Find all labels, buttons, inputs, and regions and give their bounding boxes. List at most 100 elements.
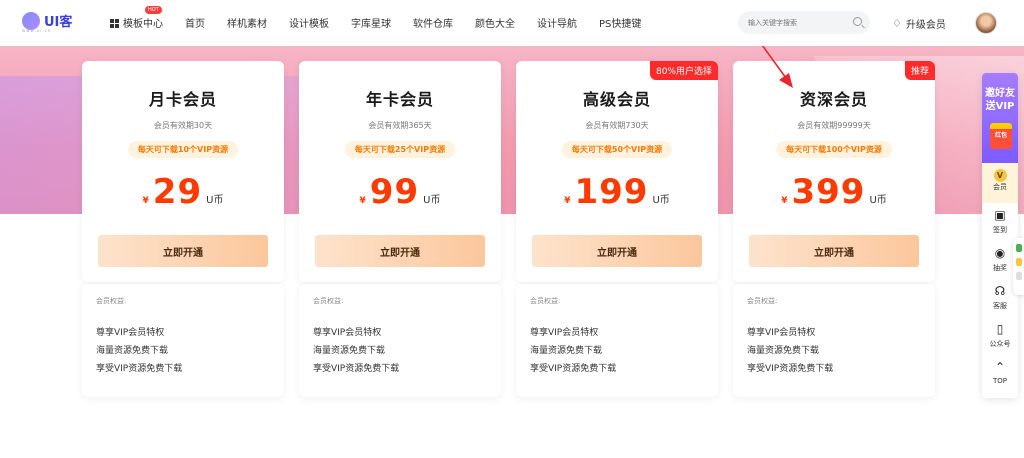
gray-indicator-icon (1015, 272, 1022, 280)
upgrade-label: 升级会员 (905, 20, 946, 31)
hot-badge: HOT (145, 6, 162, 14)
plan-period: 会员有效期730天 (585, 121, 649, 130)
plan-price: ¥ 199 U币 (516, 172, 718, 212)
sidebar-item-label: 会员 (993, 183, 1007, 191)
nav-item-colors[interactable]: 颜色大全 (475, 15, 515, 30)
floating-edge-widget[interactable] (1013, 238, 1024, 295)
nav-item-fonts[interactable]: 字库星球 (351, 15, 391, 30)
plan-period: 会员有效期99999天 (797, 121, 871, 130)
sidebar-item-label: TOP (992, 377, 1007, 385)
benefits-heading: 会员权益: (530, 297, 561, 305)
benefits-list: 尊享VIP会员特权 海量资源免费下载 享受VIP资源免费下载 (96, 324, 270, 378)
sidebar-item-label: 公众号 (989, 340, 1011, 348)
buy-button[interactable]: 立即开通 (749, 235, 919, 267)
currency-symbol: ¥ (564, 196, 571, 206)
sidebar-item-member[interactable]: V 会员 (982, 163, 1018, 203)
benefit-item: 海量资源免费下载 (96, 346, 169, 356)
plan-card-senior: 推荐 资深会员 会员有效期99999天 每天可下载100个VIP资源 ¥ 399… (733, 61, 935, 282)
red-packet-icon: 红包 (990, 123, 1012, 149)
recommend-badge: 推荐 (904, 61, 935, 80)
vip-icon: V (993, 169, 1007, 182)
popular-badge: 80%用户选择 (649, 61, 718, 80)
benefit-item: 海量资源免费下载 (530, 346, 603, 356)
nav-label: 模板中心 (123, 19, 163, 30)
benefits-panel: 会员权益: 尊享VIP会员特权 海量资源免费下载 享受VIP资源免费下载 (516, 284, 718, 397)
benefits-panel: 会员权益: 尊享VIP会员特权 海量资源免费下载 享受VIP资源免费下载 (82, 284, 284, 397)
plan-title: 高级会员 (582, 90, 651, 109)
plan-card-yearly: 年卡会员 会员有效期365天 每天可下载25个VIP资源 ¥ 99 U币 立即开… (299, 61, 501, 282)
upgrade-member-link[interactable]: ♢ 升级会员 (892, 16, 946, 31)
currency-symbol: ¥ (781, 196, 788, 206)
benefit-item: 享受VIP资源免费下载 (747, 364, 834, 374)
plan-quota: 每天可下载50个VIP资源 (561, 141, 673, 158)
benefits-heading: 会员权益: (747, 297, 778, 305)
benefit-item: 海量资源免费下载 (313, 346, 386, 356)
grid-icon (110, 19, 119, 28)
nav-item-design-templates[interactable]: 设计模板 (289, 15, 329, 30)
benefit-item: 享受VIP资源免费下载 (96, 364, 183, 374)
sidebar-item-checkin[interactable]: ▣ 签到 (982, 203, 1018, 241)
phone-icon: ▯ (996, 322, 1004, 336)
plan-period: 会员有效期30天 (153, 121, 213, 130)
nav-item-template-center[interactable]: 模板中心 HOT (110, 6, 163, 30)
benefit-item: 尊享VIP会员特权 (313, 328, 382, 338)
search-box (738, 11, 870, 34)
benefit-item: 尊享VIP会员特权 (747, 328, 816, 338)
yellow-indicator-icon (1015, 258, 1022, 266)
buy-button[interactable]: 立即开通 (315, 235, 485, 267)
top-header: UI客 www.ui.cn 模板中心 HOT 首页 样机素材 设计模板 字库星球… (0, 0, 1024, 46)
benefits-heading: 会员权益: (313, 297, 344, 305)
nav-item-ps-shortcuts[interactable]: PS快捷键 (599, 15, 641, 30)
arrow-up-icon: ⌃ (994, 360, 1006, 374)
search-input[interactable] (748, 18, 843, 27)
plan-quota: 每天可下载100个VIP资源 (776, 141, 892, 158)
price-unit: U币 (423, 195, 441, 206)
sidebar-item-label: 抽奖 (993, 264, 1007, 272)
plan-price: ¥ 399 U币 (733, 172, 935, 212)
nav-item-software[interactable]: 软件仓库 (413, 15, 453, 30)
benefit-item: 尊享VIP会员特权 (530, 328, 599, 338)
benefits-list: 尊享VIP会员特权 海量资源免费下载 享受VIP资源免费下载 (530, 324, 704, 378)
sidebar-item-top[interactable]: ⌃ TOP (982, 355, 1018, 393)
currency-symbol: ¥ (142, 196, 149, 206)
benefits-list: 尊享VIP会员特权 海量资源免费下载 享受VIP资源免费下载 (313, 324, 487, 378)
sidebar-item-wechat[interactable]: ▯ 公众号 (982, 317, 1018, 355)
sidebar-item-label: 签到 (993, 226, 1007, 234)
benefit-item: 享受VIP资源免费下载 (530, 364, 617, 374)
plan-price: ¥ 29 U币 (82, 172, 284, 212)
price-amount: 399 (791, 172, 866, 212)
green-indicator-icon (1015, 244, 1022, 252)
red-packet-label: 红包 (994, 132, 1007, 139)
plan-title: 资深会员 (799, 90, 868, 109)
logo-icon (22, 11, 40, 30)
invite-friends-promo[interactable]: 邀好友 送VIP 红包 (982, 73, 1018, 163)
price-unit: U币 (206, 195, 224, 206)
nav-item-home[interactable]: 首页 (185, 15, 205, 30)
nav-item-design-nav[interactable]: 设计导航 (537, 15, 577, 30)
buy-button[interactable]: 立即开通 (532, 235, 702, 267)
plan-title: 年卡会员 (365, 90, 434, 109)
plan-quota: 每天可下载10个VIP资源 (127, 141, 239, 158)
price-unit: U币 (869, 195, 887, 206)
price-amount: 29 (152, 172, 203, 212)
benefits-heading: 会员权益: (96, 297, 127, 305)
benefits-list: 尊享VIP会员特权 海量资源免费下载 享受VIP资源免费下载 (747, 324, 921, 378)
plan-card-advanced: 80%用户选择 高级会员 会员有效期730天 每天可下载50个VIP资源 ¥ 1… (516, 61, 718, 282)
price-amount: 199 (574, 172, 649, 212)
plan-title: 月卡会员 (148, 90, 217, 109)
calendar-icon: ▣ (994, 208, 1006, 222)
avatar[interactable] (975, 12, 997, 34)
sidebar-item-label: 客服 (993, 302, 1007, 310)
diamond-icon: ♢ (892, 17, 902, 30)
main-nav: 模板中心 HOT 首页 样机素材 设计模板 字库星球 软件仓库 颜色大全 设计导… (110, 6, 663, 30)
buy-button[interactable]: 立即开通 (98, 235, 268, 267)
logo-subtitle: www.ui.cn (22, 28, 52, 33)
search-icon[interactable] (853, 17, 862, 26)
nav-item-mockups[interactable]: 样机素材 (227, 15, 267, 30)
invite-line1: 邀好友 (985, 88, 1015, 99)
plan-quota: 每天可下载25个VIP资源 (344, 141, 456, 158)
plan-price: ¥ 99 U币 (299, 172, 501, 212)
price-amount: 99 (369, 172, 420, 212)
right-sidebar: 邀好友 送VIP 红包 V 会员 ▣ 签到 ◉ 抽奖 ☊ 客服 ▯ 公众号 ⌃ … (982, 73, 1018, 398)
benefit-item: 海量资源免费下载 (747, 346, 820, 356)
